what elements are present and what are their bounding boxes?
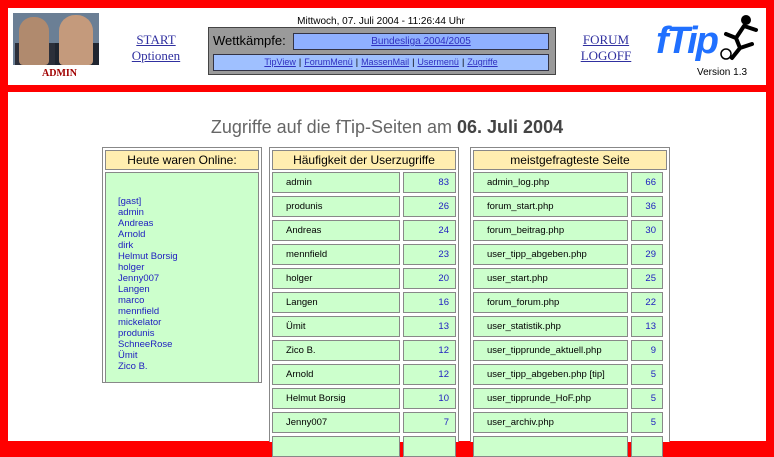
row-label: user_start.php [473,268,628,289]
competition-panel: Wettkämpfe: Bundesliga 2004/2005 TipView… [208,27,556,75]
menu-massenmail[interactable]: MassenMail [358,57,412,67]
row-label: Jenny007 [272,412,400,433]
date-time: Mittwoch, 07. Juli 2004 - 11:26:44 Uhr [297,16,465,27]
page-title: Zugriffe auf die fTip-Seiten am 06. Juli… [210,117,564,137]
row-count: 20 [403,268,456,289]
row-label: forum_forum.php [473,292,628,313]
online-header: Heute waren Online: [105,150,259,170]
online-user: Arnold [118,229,146,240]
user-label: ADMIN [42,68,77,79]
menu-usermenu[interactable]: Usermenü [414,57,462,67]
menu-zugriffe[interactable]: Zugriffe [464,57,500,67]
online-user: admin [118,207,144,218]
online-user: Helmut Borsig [118,251,178,262]
online-user: Zico B. [118,361,148,372]
competition-select[interactable]: Bundesliga 2004/2005 [293,33,549,50]
row-count: 30 [631,220,663,241]
online-user: mickelator [118,317,162,328]
row-count: 36 [631,196,663,217]
online-user: holger [118,262,145,273]
row-label: Arnold [272,364,400,385]
ftip-logo: fTip [656,14,760,66]
online-user: [gast] [118,196,142,207]
row-label: produnis [272,196,400,217]
row-count: 7 [403,412,456,433]
menu-forummenu[interactable]: ForumMenü [301,57,356,67]
online-panel: Heute waren Online: [gast] admin Andreas Ar… [102,147,262,383]
online-user: Ümit [118,350,138,361]
user-access-header: Häufigkeit der Userzugriffe [272,150,456,170]
row-label: Helmut Borsig [272,388,400,409]
row-count: 26 [403,196,456,217]
online-user: SchneeRose [118,339,173,350]
soccer-player-icon [720,15,758,60]
row-label: forum_start.php [473,196,628,217]
row-label: admin [272,172,400,193]
row-count: 16 [403,292,456,313]
row-count: 29 [631,244,663,265]
row-count: 12 [403,364,456,385]
row-label: holger [272,268,400,289]
online-user: Andreas [118,218,154,229]
row-count: 22 [631,292,663,313]
logoff-link[interactable]: LOGOFF [574,48,638,63]
row-label: admin_log.php [473,172,628,193]
row-label: user_tipprunde_HoF.php [473,388,628,409]
row-count: 10 [403,388,456,409]
row-label: Zico B. [272,340,400,361]
user-photo [13,13,99,65]
user-access-panel: Häufigkeit der Userzugriffe admin 83 produ… [269,147,459,457]
options-link[interactable]: Optionen [124,48,188,63]
main-content: Zugriffe auf die fTip-Seiten am 06. Juli… [8,92,766,457]
row-label: user_tipp_abgeben.php [473,244,628,265]
menu-tipview[interactable]: TipView [261,57,299,67]
row-count: 25 [631,268,663,289]
competitions-label: Wettkämpfe: [213,33,286,48]
row-count: 5 [631,412,663,433]
row-count: 23 [403,244,456,265]
row-label: Langen [272,292,400,313]
row-count: 83 [403,172,456,193]
version-label: Version 1.3 [697,67,748,78]
row-count: 12 [403,340,456,361]
row-count: 13 [631,316,663,337]
online-user: dirk [118,240,134,251]
row-count: 66 [631,172,663,193]
top-pages-header: meistgefragteste Seite [473,150,667,170]
row-count: 24 [403,220,456,241]
online-user: produnis [118,328,155,339]
header-bar: ADMIN START Optionen Mittwoch, 07. Juli … [8,8,766,85]
admin-menu: TipView | ForumMenü | MassenMail | Usermenü | Zu… [213,54,549,71]
row-count: 5 [631,364,663,385]
row-label: Ümit [272,316,400,337]
row-count: 13 [403,316,456,337]
row-count: 9 [631,340,663,361]
forum-link[interactable]: FORUM [574,32,638,47]
row-count: 5 [631,388,663,409]
row-label: forum_beitrag.php [473,220,628,241]
row-label: mennfield [272,244,400,265]
online-list: [gast] admin Andreas Arnold dirk Helmut Borsi… [105,172,259,383]
row-label: Andreas [272,220,400,241]
start-link[interactable]: START [126,32,186,47]
online-user: marco [118,295,145,306]
online-user: Jenny007 [118,273,160,284]
row-label: user_tipp_abgeben.php [tip] [473,364,628,385]
logo-text: fTip [656,20,719,62]
row-label: user_archiv.php [473,412,628,433]
row-label: user_statistik.php [473,316,628,337]
top-pages-panel: meistgefragteste Seite admin_log.php 66 fo… [470,147,670,457]
online-user: Langen [118,284,150,295]
row-label: user_tipprunde_aktuell.php [473,340,628,361]
online-user: mennfield [118,306,160,317]
